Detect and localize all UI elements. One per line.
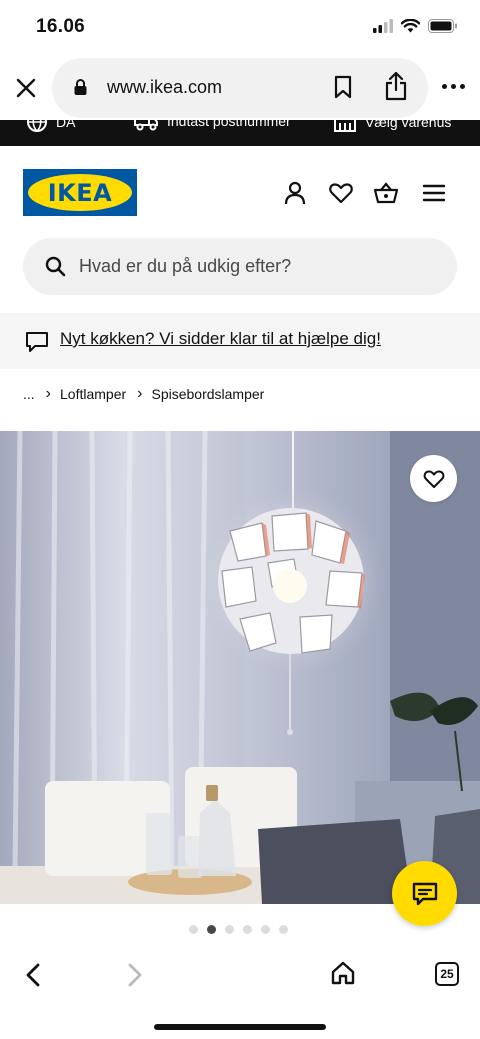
wifi-icon	[401, 19, 420, 33]
lock-icon	[74, 79, 87, 95]
search-input[interactable]: Hvad er du på udkig efter?	[23, 238, 457, 295]
heart-icon	[423, 469, 444, 488]
menu-icon[interactable]	[421, 180, 447, 206]
kitchen-help-link[interactable]: Nyt køkken? Vi sidder klar til at hjælpe…	[60, 329, 381, 349]
tabs-button[interactable]: 25	[435, 962, 459, 986]
address-bar[interactable]: www.ikea.com	[52, 58, 428, 118]
search-placeholder: Hvad er du på udkig efter?	[79, 256, 292, 276]
pagination-dot[interactable]	[243, 925, 252, 934]
pagination-dot[interactable]	[261, 925, 270, 934]
browser-toolbar: www.ikea.com	[0, 56, 480, 120]
language-label: DA	[56, 120, 76, 130]
share-icon[interactable]	[384, 71, 408, 101]
site-header: IKEA	[0, 146, 480, 238]
close-button[interactable]	[12, 74, 40, 102]
truck-icon	[134, 120, 158, 131]
signal-icon	[373, 19, 393, 33]
basket-icon[interactable]	[373, 180, 399, 206]
heart-icon[interactable]	[328, 180, 354, 206]
battery-icon	[428, 19, 457, 33]
breadcrumb-item-spisebordslamper[interactable]: Spisebordslamper	[151, 386, 264, 402]
product-photo	[0, 431, 480, 904]
more-options-icon[interactable]	[442, 84, 465, 89]
pagination-dot[interactable]	[279, 925, 288, 934]
breadcrumb: ... › Loftlamper › Spisebordslamper	[23, 383, 264, 405]
chat-bubble-icon	[26, 332, 48, 352]
pagination-dot-active[interactable]	[207, 925, 216, 934]
store-icon	[334, 120, 356, 132]
breadcrumb-ellipsis[interactable]: ...	[23, 386, 35, 402]
bookmark-icon[interactable]	[334, 75, 352, 99]
back-arrow-icon[interactable]	[22, 962, 44, 988]
logo-oval: IKEA	[28, 174, 132, 211]
pagination-dot[interactable]	[225, 925, 234, 934]
home-icon[interactable]	[330, 960, 356, 986]
add-to-wishlist-button[interactable]	[410, 455, 457, 502]
forward-arrow-icon[interactable]	[124, 962, 146, 988]
help-banner: Nyt køkken? Vi sidder klar til at hjælpe…	[0, 313, 480, 369]
logo-wordmark: IKEA	[47, 178, 113, 207]
ikea-logo[interactable]: IKEA	[23, 169, 137, 216]
url-text: www.ikea.com	[107, 77, 223, 97]
breadcrumb-chevron-icon: ›	[45, 385, 51, 402]
postcode-selector[interactable]: Indtast postnummer	[133, 120, 291, 131]
breadcrumb-chevron-icon: ›	[137, 385, 143, 402]
postcode-label: Indtast postnummer	[167, 120, 291, 129]
search-icon	[45, 256, 66, 277]
status-icons	[373, 19, 458, 33]
user-icon[interactable]	[282, 180, 308, 206]
status-bar: 16.06	[0, 0, 480, 56]
product-image[interactable]	[0, 431, 480, 904]
close-icon	[16, 78, 36, 98]
pagination-dot[interactable]	[189, 925, 198, 934]
browser-bottom-bar: 25	[0, 948, 480, 1039]
chat-icon	[412, 882, 437, 905]
language-selector[interactable]: DA	[26, 120, 75, 133]
home-indicator	[154, 1024, 326, 1030]
globe-icon	[27, 120, 47, 133]
breadcrumb-item-loftlamper[interactable]: Loftlamper	[60, 386, 126, 402]
image-pagination	[189, 925, 288, 934]
chat-button[interactable]	[392, 861, 457, 926]
promo-strip: DA Indtast postnummer Vælg varehus	[0, 120, 480, 146]
store-selector[interactable]: Vælg varehus	[333, 120, 451, 133]
status-time: 16.06	[36, 16, 86, 37]
store-label: Vælg varehus	[365, 120, 452, 130]
